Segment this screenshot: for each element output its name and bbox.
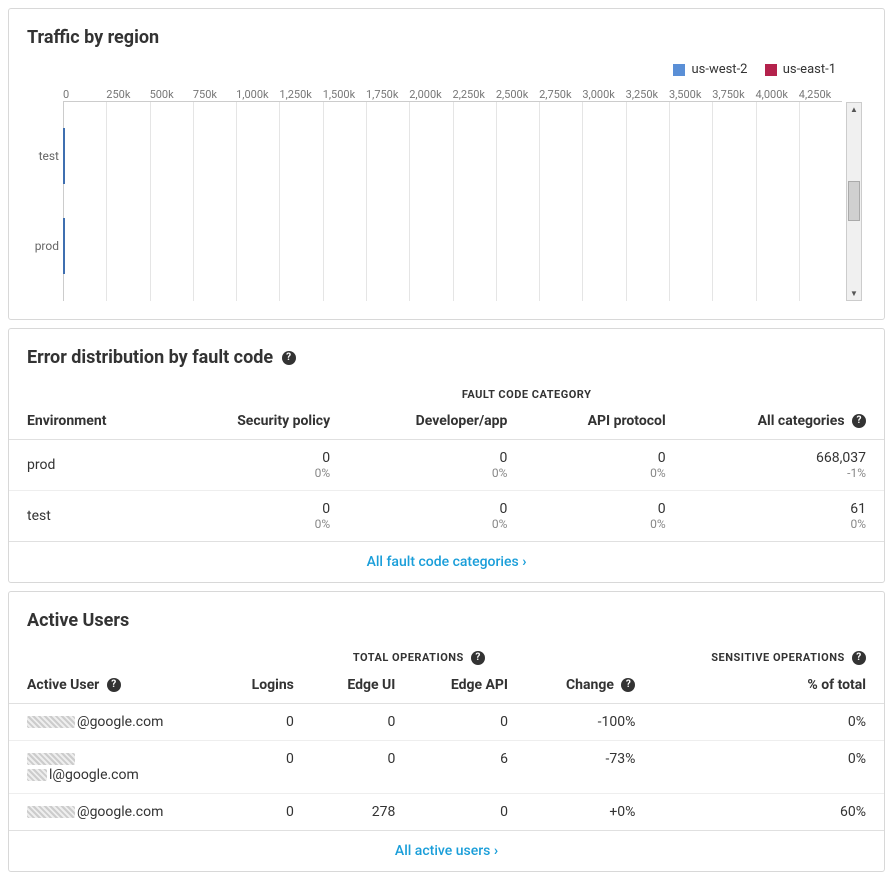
help-icon[interactable]: ? [621, 678, 635, 692]
all-fault-codes-link[interactable]: All fault code categories › [9, 542, 884, 582]
table-row[interactable]: prod 00% 00% 00% 668,037-1% [9, 439, 884, 490]
category-label: test [27, 149, 59, 163]
bar-test-us-west-2[interactable] [63, 128, 65, 184]
table-row[interactable]: @google.com 0 0 0 -100% 0% [9, 703, 884, 740]
chevron-right-icon: › [522, 554, 526, 570]
active-users-title: Active Users [9, 592, 884, 641]
col-edge-ui[interactable]: Edge UI [312, 667, 414, 704]
swatch-icon [673, 64, 685, 76]
chevron-right-icon: › [494, 843, 498, 859]
scroll-thumb[interactable] [848, 181, 860, 221]
x-axis-ticks: 0 250k 500k 750k 1,000k 1,250k 1,500k 1,… [63, 88, 866, 101]
all-active-users-link[interactable]: All active users › [9, 831, 884, 871]
col-all-categories[interactable]: All categories ? [684, 403, 884, 440]
gridlines [63, 102, 842, 301]
col-environment[interactable]: Environment [9, 403, 169, 440]
active-users-table: TOTAL OPERATIONS ? SENSITIVE OPERATIONS … [9, 641, 884, 831]
legend-label: us-west-2 [691, 62, 747, 77]
swatch-icon [765, 64, 777, 76]
chart-legend: us-west-2 us-east-1 [27, 58, 866, 88]
category-label: prod [27, 239, 59, 253]
sensitive-operations-header: SENSITIVE OPERATIONS ? [653, 641, 884, 667]
user-cell: @google.com [9, 703, 217, 740]
error-distribution-card: Error distribution by fault code ? FAULT… [8, 328, 885, 583]
redacted-icon [27, 753, 75, 765]
redacted-icon [27, 716, 75, 728]
error-table: FAULT CODE CATEGORY Environment Security… [9, 378, 884, 542]
col-developer-app[interactable]: Developer/app [348, 403, 525, 440]
help-icon[interactable]: ? [282, 351, 296, 365]
total-operations-header: TOTAL OPERATIONS ? [312, 641, 526, 667]
col-security-policy[interactable]: Security policy [169, 403, 348, 440]
fault-code-category-header: FAULT CODE CATEGORY [169, 378, 884, 403]
table-row[interactable]: test 00% 00% 00% 610% [9, 490, 884, 541]
chart-scrollbar[interactable]: ▲ ▼ [846, 102, 862, 301]
help-icon[interactable]: ? [107, 678, 121, 692]
col-api-protocol[interactable]: API protocol [525, 403, 683, 440]
scroll-up-icon[interactable]: ▲ [850, 105, 858, 114]
col-change[interactable]: Change ? [526, 667, 653, 704]
col-active-user[interactable]: Active User ? [9, 667, 217, 704]
error-title: Error distribution by fault code ? [9, 329, 884, 378]
help-icon[interactable]: ? [852, 414, 866, 428]
scroll-down-icon[interactable]: ▼ [850, 289, 858, 298]
plot-area: test prod ▲ ▼ [63, 101, 842, 301]
col-logins[interactable]: Logins [217, 667, 312, 704]
traffic-chart: us-west-2 us-east-1 0 250k 500k 750k 1,0… [9, 58, 884, 319]
redacted-icon [27, 806, 75, 818]
redacted-icon [27, 769, 47, 781]
bar-prod-us-west-2[interactable] [63, 218, 65, 274]
legend-item-us-east-1[interactable]: us-east-1 [765, 62, 836, 77]
col-edge-api[interactable]: Edge API [413, 667, 526, 704]
user-cell: l@google.com [9, 740, 217, 793]
help-icon[interactable]: ? [471, 651, 485, 665]
legend-item-us-west-2[interactable]: us-west-2 [673, 62, 747, 77]
bar-row-test: test [63, 128, 65, 184]
bar-row-prod: prod [63, 218, 65, 274]
user-cell: @google.com [9, 793, 217, 830]
legend-label: us-east-1 [783, 62, 836, 77]
traffic-by-region-card: Traffic by region us-west-2 us-east-1 0 … [8, 8, 885, 320]
table-row[interactable]: @google.com 0 278 0 +0% 60% [9, 793, 884, 830]
col-pct-total[interactable]: % of total [653, 667, 884, 704]
active-users-card: Active Users TOTAL OPERATIONS ? SENSITIV… [8, 591, 885, 872]
help-icon[interactable]: ? [852, 651, 866, 665]
table-row[interactable]: l@google.com 0 0 6 -73% 0% [9, 740, 884, 793]
traffic-title: Traffic by region [9, 9, 884, 58]
